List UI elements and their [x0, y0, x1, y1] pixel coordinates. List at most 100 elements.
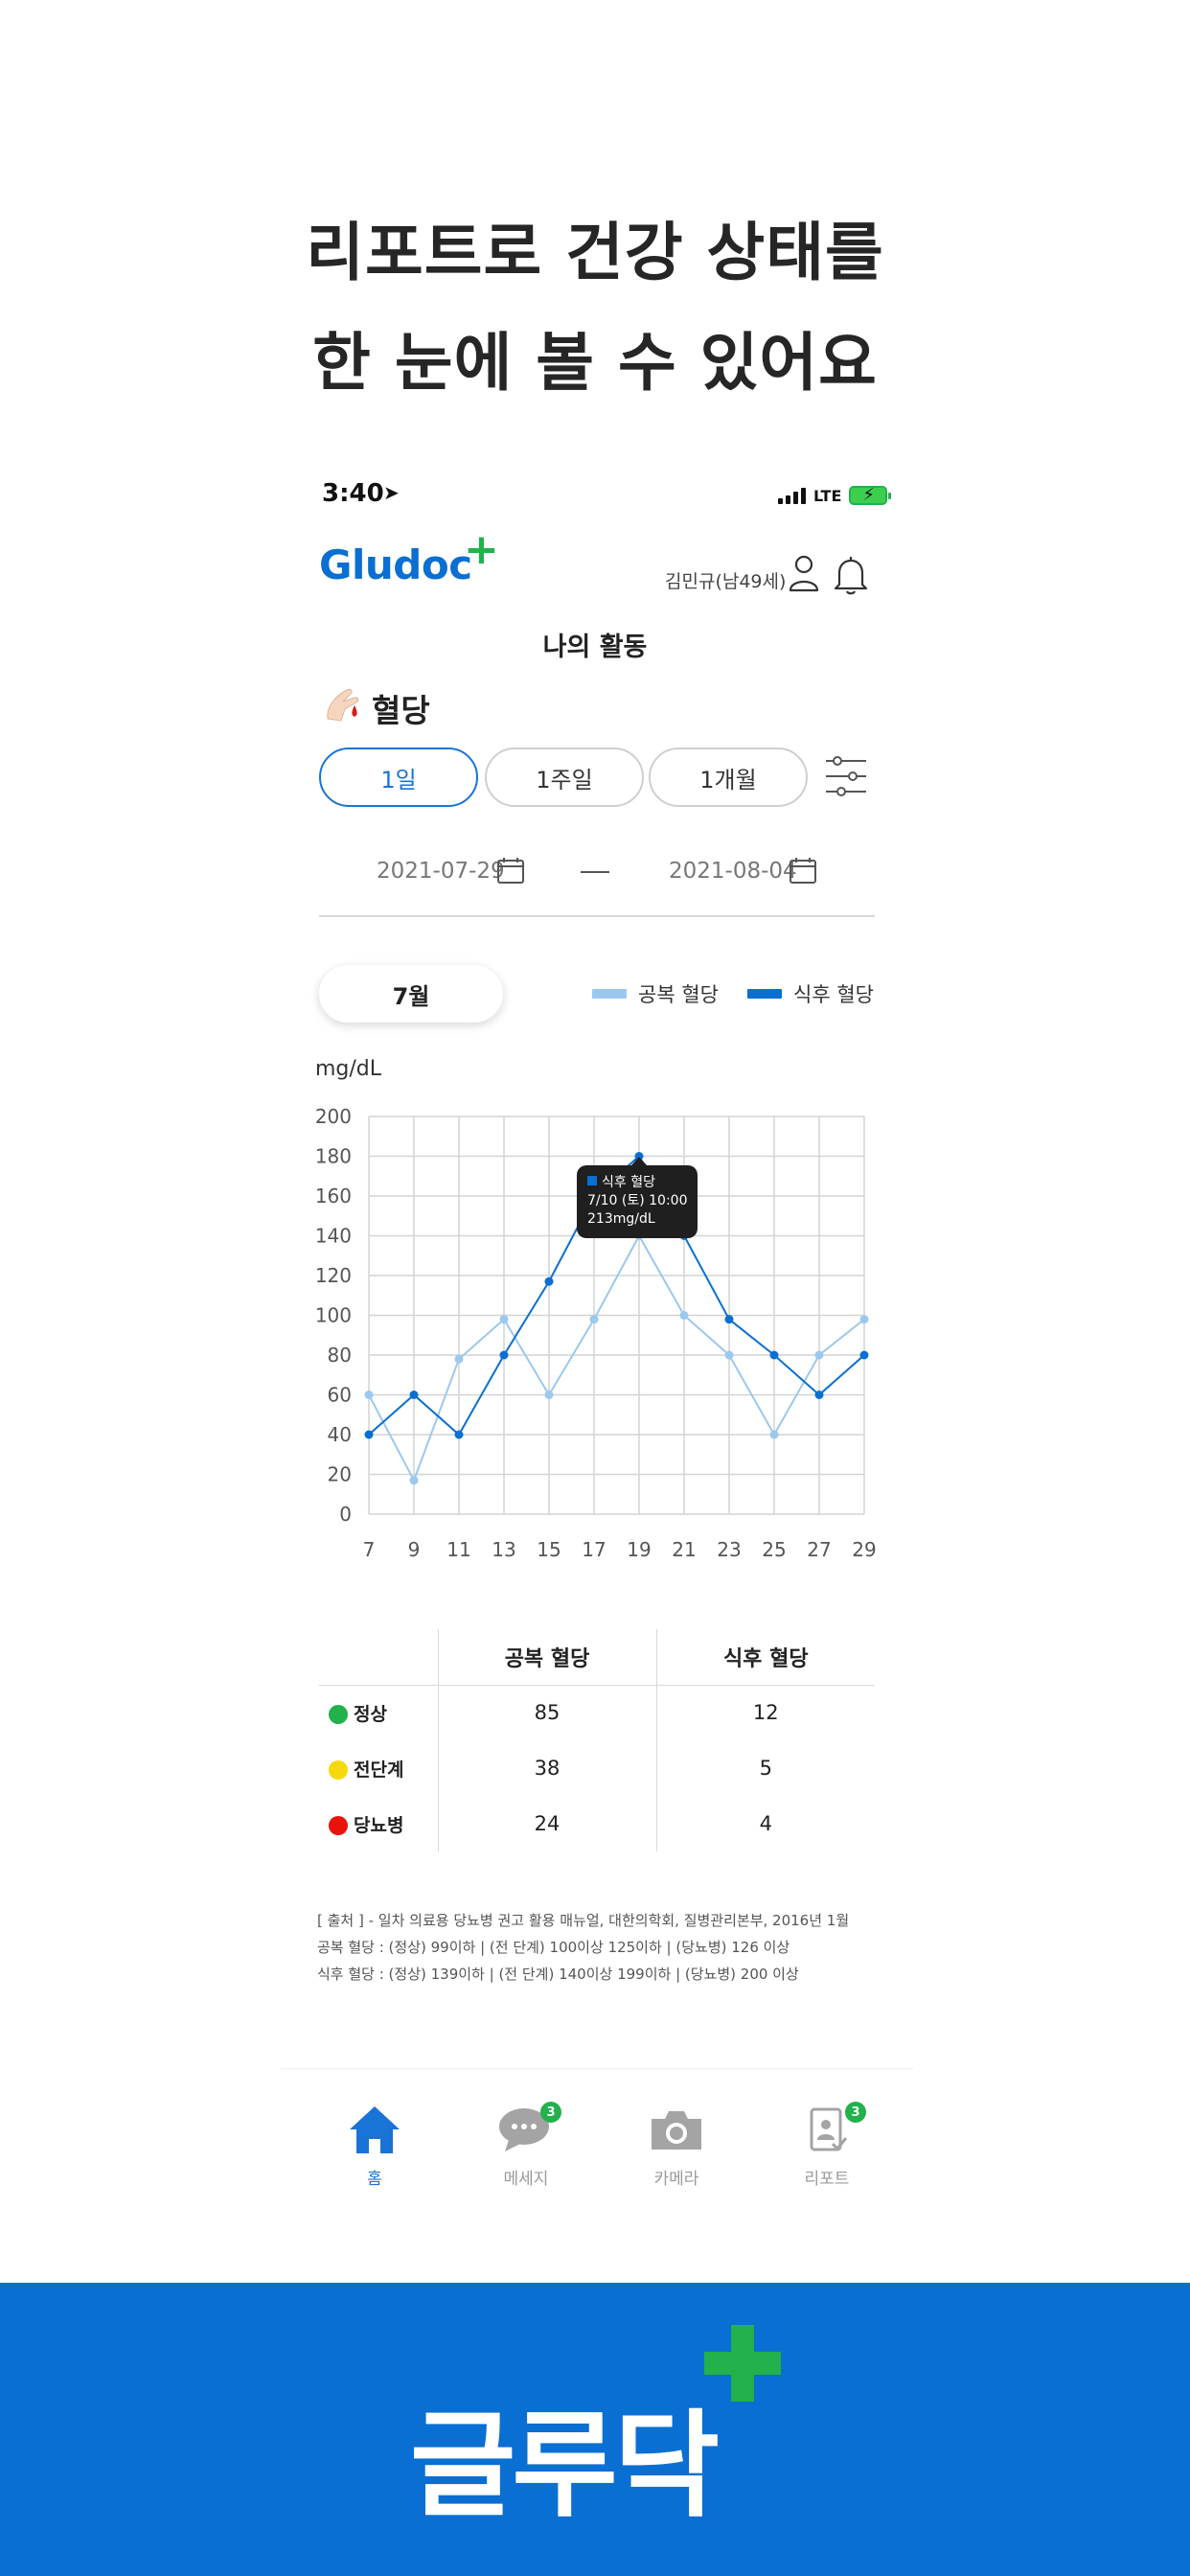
source-line: 공복 혈당 : (정상) 99이하 | (전 단계) 100이상 125이하 |…	[317, 1939, 790, 1956]
message-badge: 3	[540, 2102, 561, 2123]
data-point-post-meal	[499, 1350, 509, 1360]
user-icon[interactable]	[788, 554, 820, 596]
data-point-fasting	[724, 1350, 734, 1360]
chart-y-unit: mg/dL	[315, 1057, 382, 1081]
x-tick-label: 27	[807, 1538, 831, 1561]
data-point-post-meal	[769, 1350, 779, 1360]
status-dot	[329, 1705, 348, 1725]
filter-sliders-icon[interactable]	[824, 753, 868, 803]
y-tick-label: 60	[328, 1384, 352, 1407]
y-tick-label: 180	[315, 1145, 352, 1168]
tooltip-swatch	[587, 1176, 597, 1185]
end-date[interactable]: 2021-08-04	[669, 859, 797, 884]
fasting-count: 85	[437, 1685, 656, 1740]
nav-label: 리포트	[804, 2170, 850, 2189]
x-tick-label: 9	[408, 1538, 421, 1561]
post-meal-count: 5	[655, 1740, 875, 1796]
x-tick-label: 11	[446, 1538, 470, 1561]
start-date[interactable]: 2021-07-29	[377, 859, 505, 884]
status-indicators: LTE ⚡	[778, 481, 892, 510]
blood-sugar-chart: 0 20 40 60 80 100 120 140 160 180 200 7 9 11 13 15 17 19 2…	[315, 1105, 877, 1561]
status-dot	[329, 1760, 348, 1780]
location-arrow-icon: ➤	[383, 481, 400, 504]
data-point-fasting	[409, 1476, 419, 1485]
data-point-fasting	[859, 1315, 869, 1324]
legend-fasting-swatch	[592, 989, 627, 999]
period-tab-1month[interactable]: 1개월	[649, 748, 808, 807]
section-title: 혈당	[372, 692, 430, 729]
date-divider	[319, 915, 875, 917]
y-tick-label: 200	[315, 1105, 352, 1128]
data-point-fasting	[364, 1391, 374, 1399]
blood-drop-finger-icon	[322, 682, 366, 730]
table-header-empty	[319, 1629, 438, 1686]
status-diabetes: 당뇨병	[319, 1796, 438, 1852]
network-label: LTE	[813, 486, 842, 505]
post-meal-count: 4	[655, 1796, 875, 1852]
status-normal: 정상	[319, 1685, 438, 1740]
home-icon	[350, 2106, 400, 2153]
x-tick-label: 13	[492, 1538, 515, 1561]
table-row: 당뇨병 24 4	[319, 1796, 875, 1852]
x-tick-label: 7	[363, 1538, 376, 1561]
month-selector[interactable]: 7월	[319, 965, 503, 1023]
y-tick-label: 140	[315, 1225, 352, 1248]
nav-report[interactable]: 3 리포트	[774, 2102, 880, 2189]
source-line: [ 출처 ] - 일차 의료용 당뇨병 권고 활용 매뉴얼, 대한의학회, 질병…	[317, 1912, 850, 1929]
app-logo[interactable]: Gludoc	[319, 541, 472, 588]
x-tick-label: 19	[627, 1538, 651, 1561]
logo-plus: +	[464, 525, 499, 574]
period-tab-1week[interactable]: 1주일	[485, 748, 644, 807]
nav-label: 메세지	[503, 2170, 549, 2189]
bell-icon[interactable]	[832, 554, 870, 600]
legend-post-meal: 식후 혈당	[747, 979, 874, 1008]
page-title: 나의 활동	[542, 632, 648, 662]
status-pre: 전단계	[319, 1740, 438, 1796]
table-header-fasting: 공복 혈당	[437, 1629, 656, 1686]
footer-brand-logo: 글루닥	[410, 2400, 720, 2533]
status-label: 전단계	[354, 1759, 404, 1781]
calendar-icon[interactable]	[789, 856, 817, 888]
nav-label: 카메라	[653, 2170, 699, 2189]
nav-camera[interactable]: 카메라	[624, 2104, 729, 2189]
data-point-fasting	[589, 1315, 599, 1324]
x-tick-label: 25	[762, 1538, 786, 1561]
nav-message[interactable]: 3 메세지	[473, 2102, 579, 2189]
y-tick-label: 0	[339, 1503, 352, 1526]
data-point-post-meal	[454, 1430, 464, 1439]
footer-plus-icon	[704, 2325, 781, 2402]
data-point-post-meal	[814, 1391, 824, 1399]
calendar-icon[interactable]	[496, 856, 525, 888]
table-header-post-meal: 식후 혈당	[655, 1629, 875, 1686]
x-tick-label: 29	[852, 1538, 876, 1561]
legend-fasting: 공복 혈당	[592, 979, 719, 1008]
stats-table: 공복 혈당 식후 혈당 정상 85 12 전단계 38 5 당뇨병 24 4	[319, 1629, 875, 1852]
tooltip-text: 7/10 (토) 10:00	[587, 1193, 688, 1208]
status-label: 정상	[354, 1703, 387, 1725]
data-point-post-meal	[859, 1350, 869, 1360]
fasting-count: 38	[437, 1740, 656, 1796]
legend-post-meal-swatch	[747, 989, 782, 999]
post-meal-count: 12	[655, 1685, 875, 1740]
nav-home[interactable]: 홈	[322, 2104, 427, 2189]
data-point-post-meal	[544, 1276, 554, 1286]
legend-post-meal-label: 식후 혈당	[793, 983, 874, 1006]
tooltip-text: 식후 혈당	[602, 1175, 655, 1190]
data-point-fasting	[769, 1430, 779, 1439]
source-line: 식후 혈당 : (정상) 139이하 | (전 단계) 140이상 199이하 …	[317, 1966, 799, 1983]
date-range-dash	[581, 871, 609, 873]
table-row: 전단계 38 5	[319, 1740, 875, 1796]
data-point-fasting	[544, 1391, 554, 1399]
battery-icon: ⚡	[849, 485, 892, 505]
data-point-fasting	[814, 1350, 824, 1360]
x-tick-label: 17	[582, 1538, 606, 1561]
period-tab-1day[interactable]: 1일	[319, 748, 478, 807]
table-header-row: 공복 혈당 식후 혈당	[319, 1629, 875, 1686]
series-line-fasting	[368, 1233, 865, 1484]
user-name: 김민규(남49세)	[665, 571, 787, 592]
status-time: 3:40	[322, 479, 384, 508]
data-point-post-meal	[724, 1315, 734, 1324]
status-dot	[329, 1816, 348, 1835]
x-tick-label: 15	[537, 1538, 561, 1561]
signal-icon	[778, 487, 806, 504]
